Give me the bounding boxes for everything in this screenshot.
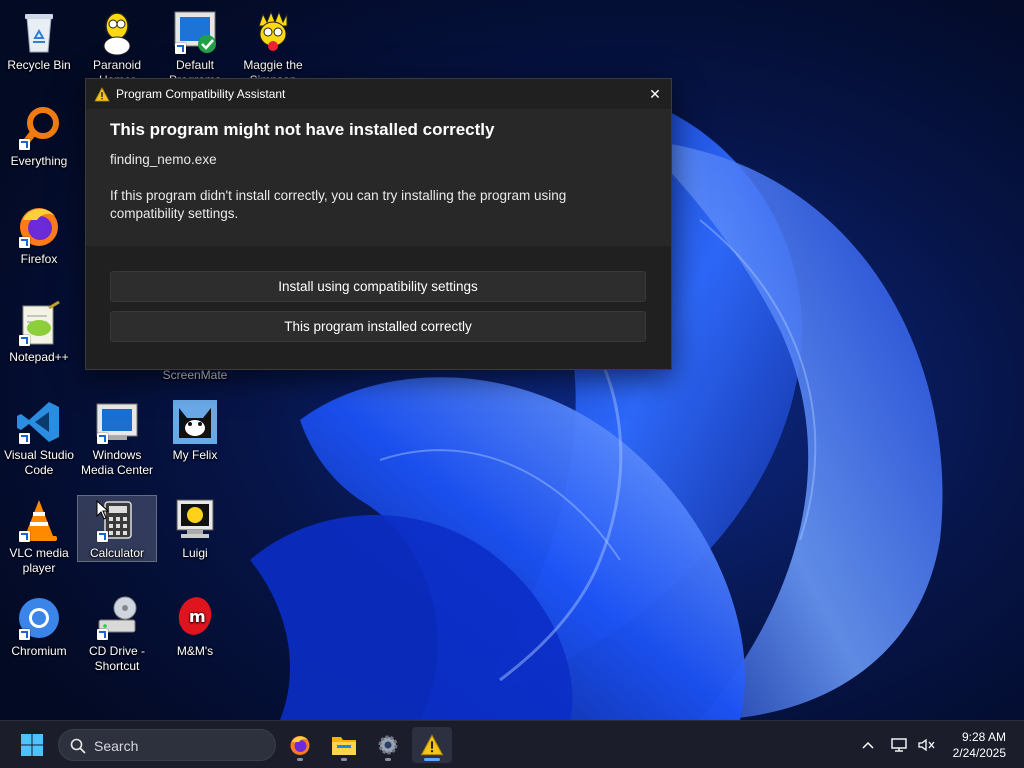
dialog-title: Program Compatibility Assistant (116, 87, 286, 101)
desktop-icon-label: Recycle Bin (7, 58, 71, 72)
desktop-icon-firefox[interactable]: Firefox (0, 202, 78, 267)
desktop-icon-calculator[interactable]: Calculator (77, 495, 157, 562)
desktop-icon-label: ScreenMate (162, 368, 228, 382)
dialog-content: This program might not have installed co… (86, 109, 671, 246)
desktop-icon-label: My Felix (172, 448, 218, 462)
network-status-button[interactable] (888, 727, 912, 763)
taskbar-settings-button[interactable] (370, 727, 406, 763)
program-name: finding_nemo.exe (110, 152, 217, 167)
taskbar-firefox-button[interactable] (282, 727, 318, 763)
taskbar: Search 9:28 AM 2/24/2025 (0, 720, 1024, 768)
desktop-icon-label: Notepad++ (9, 350, 69, 364)
desktop-icon-vlc[interactable]: VLC media player (0, 496, 78, 576)
shortcut-arrow-icon (19, 335, 30, 346)
desktop-icon-luigi[interactable]: Luigi (156, 496, 234, 561)
homer-icon (103, 12, 131, 56)
mouse-cursor-icon (96, 500, 110, 520)
dialog-titlebar[interactable]: Program Compatibility Assistant ✕ (86, 79, 671, 109)
close-icon: ✕ (649, 85, 661, 102)
desktop-icon-recycle-bin[interactable]: Recycle Bin (0, 8, 78, 73)
search-placeholder: Search (94, 738, 139, 754)
mms-icon: m (178, 597, 212, 635)
show-hidden-icons-button[interactable] (856, 727, 880, 763)
desktop-icon-maggie[interactable]: Maggie the Simpson (234, 8, 312, 88)
compatibility-dialog: Program Compatibility Assistant ✕ This p… (85, 78, 672, 370)
running-indicator (297, 758, 303, 761)
active-indicator (424, 758, 440, 761)
desktop-icon-label: Calculator (89, 546, 145, 560)
running-indicator (385, 758, 391, 761)
installed-correctly-button[interactable]: This program installed correctly (110, 311, 646, 342)
taskbar-compatibility-assistant-button[interactable] (412, 727, 452, 763)
start-icon (21, 734, 43, 756)
desktop-icon-label: Luigi (182, 546, 208, 560)
firefox-icon (290, 736, 310, 755)
shortcut-arrow-icon (97, 433, 108, 444)
desktop-icon-chromium[interactable]: Chromium (0, 594, 78, 659)
clock-time: 9:28 AM (961, 730, 1006, 744)
shortcut-arrow-icon (97, 531, 108, 542)
dialog-heading: This program might not have installed co… (110, 120, 495, 139)
shortcut-arrow-icon (19, 531, 30, 542)
chevron-up-icon (862, 741, 874, 749)
desktop-icon-mms[interactable]: m M&M's (156, 594, 234, 659)
search-icon (70, 738, 86, 754)
shortcut-arrow-icon (19, 139, 30, 150)
shortcut-arrow-icon (19, 433, 30, 444)
felix-cat-icon (173, 400, 217, 444)
desktop-icon-label: CD Drive - Shortcut (89, 644, 145, 673)
dialog-message: If this program didn't install correctly… (110, 188, 567, 221)
shortcut-arrow-icon (97, 629, 108, 640)
maggie-icon (258, 10, 288, 51)
desktop-icon-everything[interactable]: Everything (0, 104, 78, 169)
file-explorer-icon (332, 737, 356, 755)
volume-muted-icon (918, 738, 935, 752)
svg-text:m: m (189, 607, 206, 626)
desktop-icon-default-programs[interactable]: Default Programs (156, 8, 234, 88)
clock-date: 2/24/2025 (952, 746, 1006, 760)
desktop-icon-label: Everything (10, 154, 68, 168)
desktop-icon-cd-drive[interactable]: CD Drive - Shortcut (78, 594, 156, 674)
desktop-icon-notepadpp[interactable]: Notepad++ (0, 300, 78, 365)
shortcut-arrow-icon (19, 237, 30, 248)
install-compatibility-button[interactable]: Install using compatibility settings (110, 271, 646, 302)
desktop-icon-label: Windows Media Center (80, 448, 154, 477)
close-button[interactable]: ✕ (639, 79, 671, 109)
search-input[interactable]: Search (58, 729, 276, 761)
taskbar-clock[interactable]: 9:28 AM 2/24/2025 (953, 729, 1006, 761)
desktop-icon-paranoid-homer[interactable]: Paranoid Homer (78, 8, 156, 88)
start-button[interactable] (14, 727, 50, 763)
network-icon (891, 738, 907, 752)
luigi-icon (176, 499, 214, 538)
running-indicator (341, 758, 347, 761)
desktop-icon-label: Chromium (11, 644, 67, 658)
settings-icon (378, 735, 398, 755)
shortcut-arrow-icon (175, 43, 186, 54)
warning-icon (420, 734, 444, 756)
desktop-icon-label: Visual Studio Code (4, 448, 74, 477)
desktop-icon-media-center[interactable]: Windows Media Center (78, 398, 156, 478)
recycle-bin-icon (25, 14, 53, 53)
volume-button[interactable] (914, 727, 938, 763)
desktop-icon-label: VLC media player (9, 546, 69, 575)
shortcut-arrow-icon (19, 629, 30, 640)
desktop-icon-label: Firefox (20, 252, 58, 266)
desktop-icon-label: M&M's (176, 644, 214, 658)
taskbar-file-explorer-button[interactable] (326, 727, 362, 763)
desktop-icon-vscode[interactable]: Visual Studio Code (0, 398, 78, 478)
desktop-icon-my-felix[interactable]: My Felix (156, 398, 234, 463)
warning-icon (94, 87, 110, 102)
